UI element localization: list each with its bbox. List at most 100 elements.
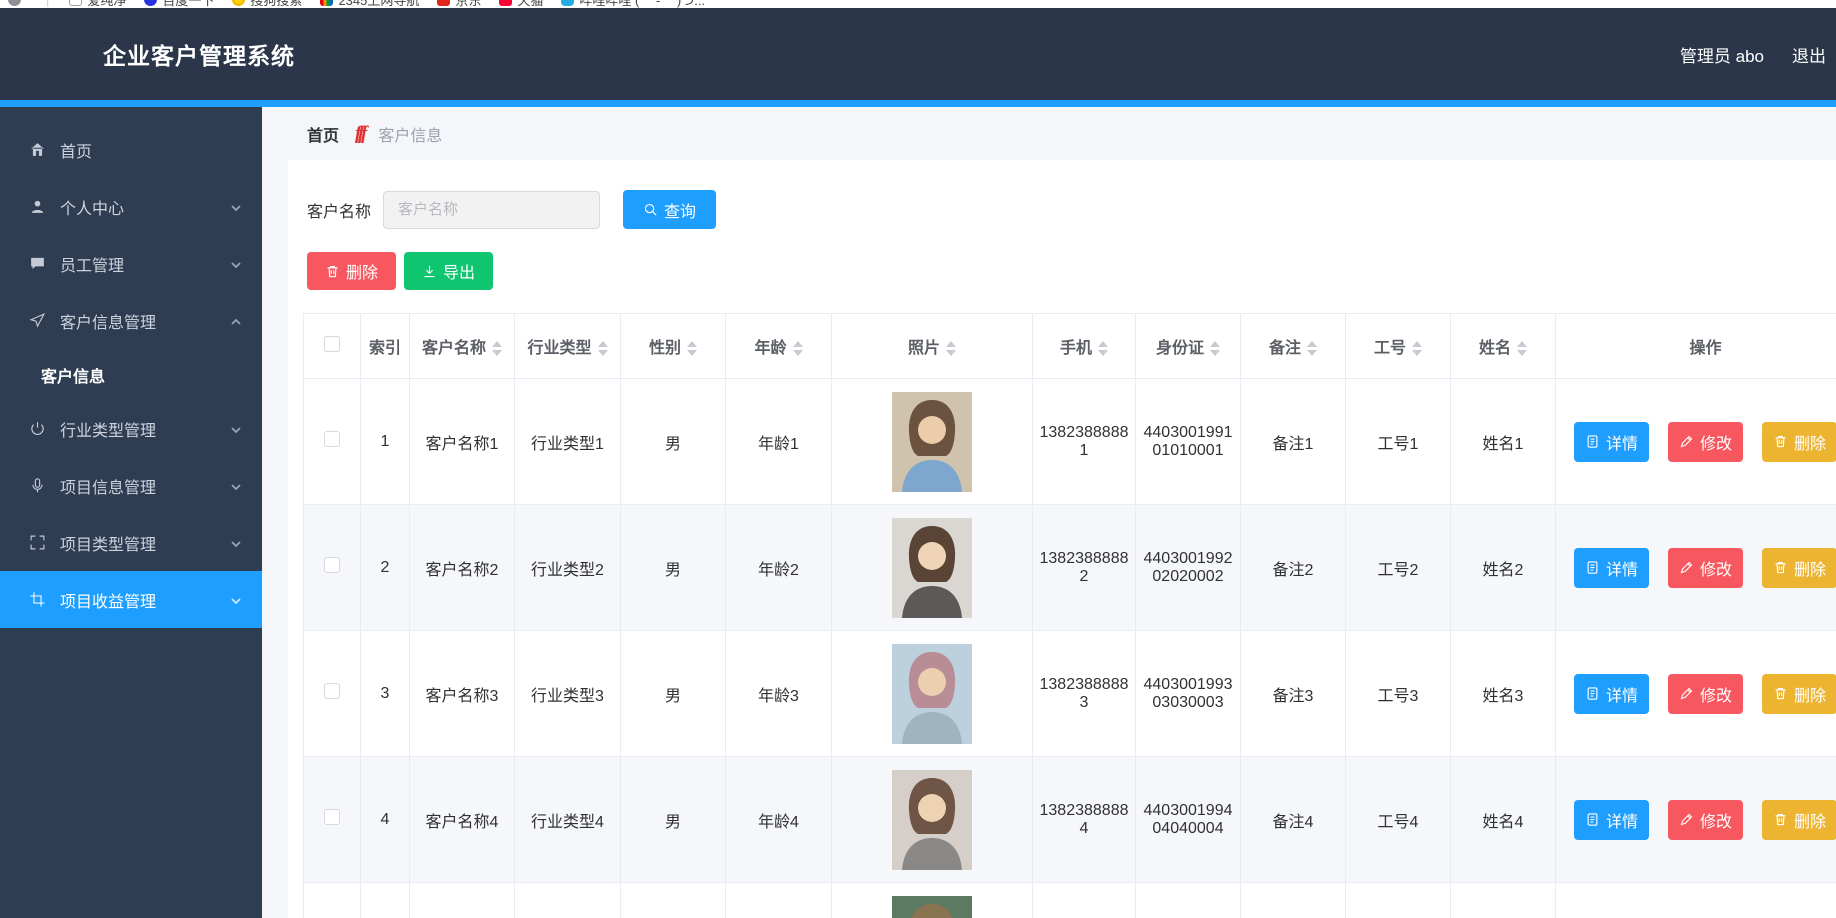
browser-bookmarks-bar: | 爱纯净 百度一下 搜狗搜索 2345上网导航 京东 天猫 哔哩哔哩 ( ゜-…	[0, 0, 1836, 8]
edit-button[interactable]: 修改	[1668, 800, 1743, 840]
breadcrumb-home[interactable]: 首页	[307, 122, 339, 146]
bookmark-item[interactable]: 哔哩哔哩 ( ゜- ゜)つ...	[561, 0, 705, 8]
column-header-jobno[interactable]: 工号	[1346, 314, 1451, 379]
sidebar-item-label: 行业类型管理	[60, 417, 156, 441]
row-checkbox[interactable]	[324, 557, 340, 573]
bookmark-item[interactable]: 天猫	[499, 0, 543, 8]
cell-note: 备注3	[1241, 631, 1346, 757]
row-checkbox[interactable]	[324, 683, 340, 699]
pencil-icon	[1679, 434, 1694, 449]
batch-delete-button[interactable]: 删除	[307, 252, 396, 290]
cell-index: 1	[361, 379, 410, 505]
folder-icon	[69, 0, 82, 6]
sort-icon[interactable]	[598, 341, 608, 356]
sidebar-item-project-type-mgmt[interactable]: 项目类型管理	[0, 514, 262, 571]
sort-icon[interactable]	[1307, 341, 1317, 356]
cell-idcard: 440300199202020002	[1136, 505, 1241, 631]
cell-idcard: 440300199303030003	[1136, 631, 1241, 757]
edit-button[interactable]: 修改	[1668, 422, 1743, 462]
detail-button[interactable]: 详情	[1574, 800, 1649, 840]
send-icon	[28, 312, 46, 330]
bookmark-item[interactable]: 2345上网导航	[320, 0, 419, 8]
bookmark-item[interactable]: 京东	[437, 0, 481, 8]
browser-icon[interactable]	[8, 0, 21, 6]
sort-icon[interactable]	[492, 341, 502, 356]
column-header-realname[interactable]: 姓名	[1451, 314, 1556, 379]
detail-button[interactable]: 详情	[1574, 422, 1649, 462]
edit-button[interactable]: 修改	[1668, 548, 1743, 588]
customer-photo[interactable]	[892, 896, 972, 918]
logout-button[interactable]: 退出	[1792, 42, 1826, 67]
bookmark-item[interactable]: 百度一下	[144, 0, 214, 8]
sidebar-item-label: 客户信息管理	[60, 309, 156, 333]
column-header-gender[interactable]: 性别	[621, 314, 726, 379]
export-button[interactable]: 导出	[404, 252, 493, 290]
trash-icon	[1773, 434, 1788, 449]
delete-button[interactable]: 删除	[1762, 674, 1836, 714]
delete-button[interactable]: 删除	[1762, 548, 1836, 588]
sort-icon[interactable]	[1210, 341, 1220, 356]
query-button[interactable]: 查询	[623, 190, 716, 229]
breadcrumb-current: 客户信息	[378, 122, 442, 146]
cell-industry: 行业类型4	[515, 757, 621, 883]
column-header-index[interactable]: 索引	[361, 314, 410, 379]
column-header-industry[interactable]: 行业类型	[515, 314, 621, 379]
crop-icon	[28, 591, 46, 609]
cell-industry: 行业类型2	[515, 505, 621, 631]
2345-icon	[320, 0, 333, 6]
cell-name: 客户名称2	[410, 505, 515, 631]
edit-button[interactable]: 修改	[1668, 674, 1743, 714]
row-checkbox[interactable]	[324, 431, 340, 447]
detail-button[interactable]: 详情	[1574, 548, 1649, 588]
sidebar-item-project-info-mgmt[interactable]: 项目信息管理	[0, 457, 262, 514]
customer-photo[interactable]	[892, 392, 972, 492]
sidebar-item-label: 客户信息	[41, 363, 105, 387]
column-header-age[interactable]: 年龄	[726, 314, 832, 379]
sidebar-item-personal-center[interactable]: 个人中心	[0, 178, 262, 235]
cell-ops: 详情 修改 删除	[1556, 883, 1836, 918]
customer-photo[interactable]	[892, 644, 972, 744]
bookmark-label: 爱纯净	[87, 0, 126, 8]
select-all-checkbox[interactable]	[324, 336, 340, 352]
column-header-idcard[interactable]: 身份证	[1136, 314, 1241, 379]
detail-button[interactable]: 详情	[1574, 674, 1649, 714]
microphone-icon	[28, 477, 46, 495]
sort-icon[interactable]	[793, 341, 803, 356]
sidebar-item-project-revenue-mgmt[interactable]: 项目收益管理	[0, 571, 262, 628]
sort-icon[interactable]	[1517, 341, 1527, 356]
bookmark-item[interactable]: 搜狗搜索	[232, 0, 302, 8]
column-header-name[interactable]: 客户名称	[410, 314, 515, 379]
column-label: 年龄	[754, 340, 786, 357]
app-title: 企业客户管理系统	[103, 37, 295, 71]
cell-photo	[832, 505, 1033, 631]
column-label: 行业类型	[527, 340, 591, 357]
sidebar-item-home[interactable]: 首页	[0, 121, 262, 178]
column-label: 备注	[1269, 340, 1301, 357]
power-icon	[28, 420, 46, 438]
column-header-phone[interactable]: 手机	[1033, 314, 1136, 379]
sort-icon[interactable]	[1098, 341, 1108, 356]
delete-button[interactable]: 删除	[1762, 422, 1836, 462]
sort-icon[interactable]	[946, 341, 956, 356]
delete-button[interactable]: 删除	[1762, 800, 1836, 840]
sidebar-subitem-customer-info[interactable]: 客户信息	[0, 349, 262, 400]
search-input[interactable]	[383, 191, 600, 229]
trash-icon	[325, 264, 340, 279]
column-header-note[interactable]: 备注	[1241, 314, 1346, 379]
current-user: 管理员 abo	[1680, 42, 1764, 67]
sidebar-item-industry-type-mgmt[interactable]: 行业类型管理	[0, 400, 262, 457]
sidebar-item-customer-info-mgmt[interactable]: 客户信息管理	[0, 292, 262, 349]
customer-photo[interactable]	[892, 518, 972, 618]
row-checkbox[interactable]	[324, 809, 340, 825]
home-icon	[28, 141, 46, 159]
sidebar-item-employee-mgmt[interactable]: 员工管理	[0, 235, 262, 292]
data-table-wrapper: 索引 客户名称 行业类型 性别 年龄 照片 手机 身份证 备注 工号 姓名 操作…	[303, 313, 1836, 918]
sort-icon[interactable]	[687, 341, 697, 356]
pencil-icon	[1679, 686, 1694, 701]
sort-icon[interactable]	[1412, 341, 1422, 356]
customer-photo[interactable]	[892, 770, 972, 870]
column-header-photo[interactable]: 照片	[832, 314, 1033, 379]
bookmark-label: 天猫	[517, 0, 543, 8]
bookmark-item[interactable]: 爱纯净	[69, 0, 126, 8]
table-toolbar: 删除 导出	[307, 252, 493, 290]
